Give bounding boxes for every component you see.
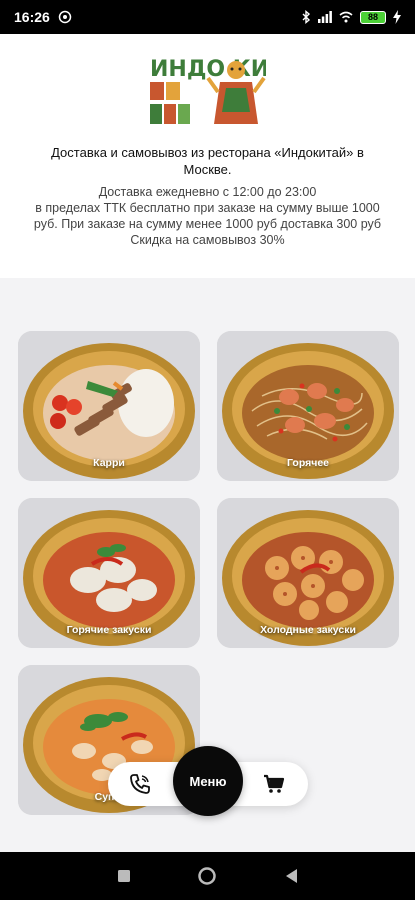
category-label: Горячее <box>286 457 330 469</box>
phone-icon[interactable] <box>128 772 152 796</box>
pickup-discount: Скидка на самовывоз 30% <box>130 233 285 247</box>
bluetooth-icon <box>301 10 311 24</box>
recent-apps-button[interactable] <box>114 866 134 886</box>
restaurant-tagline: Доставка и самовывоз из ресторана «Индок… <box>51 145 364 177</box>
restaurant-header: ИНДО КИ ТАЙ Доставка и самовывоз из рест… <box>0 34 415 278</box>
cart-icon[interactable] <box>262 772 286 796</box>
battery-icon: 88 <box>360 10 386 24</box>
category-label: Горячие закуски <box>66 624 152 636</box>
category-label: Карри <box>93 457 125 469</box>
status-bar: 16:26 88 <box>0 0 415 34</box>
category-card-cold-appetizers[interactable]: Холодные закуски <box>217 498 399 648</box>
category-card-curry[interactable]: Карри <box>18 331 200 481</box>
delivery-hours: Доставка ежедневно с 12:00 до 23:00 <box>98 185 317 199</box>
delivery-info: Доставка ежедневно с 12:00 до 23:00 в пр… <box>22 184 393 248</box>
category-label: Холодные закуски <box>260 624 356 636</box>
wifi-icon <box>339 11 353 23</box>
home-button[interactable] <box>197 866 217 886</box>
menu-button[interactable]: Меню <box>173 746 243 816</box>
restaurant-logo: ИНДО КИ ТАЙ <box>150 56 266 124</box>
category-card-hot[interactable]: Горячее <box>217 331 399 481</box>
system-nav-bar <box>0 852 415 900</box>
whatsapp-icon <box>58 10 72 24</box>
status-time: 16:26 <box>14 9 50 25</box>
signal-icon <box>318 11 332 23</box>
charging-icon <box>393 10 401 24</box>
category-card-hot-appetizers[interactable]: Горячие закуски <box>18 498 200 648</box>
back-button[interactable] <box>282 866 302 886</box>
delivery-terms: в пределах ТТК бесплатно при заказе на с… <box>33 201 382 231</box>
